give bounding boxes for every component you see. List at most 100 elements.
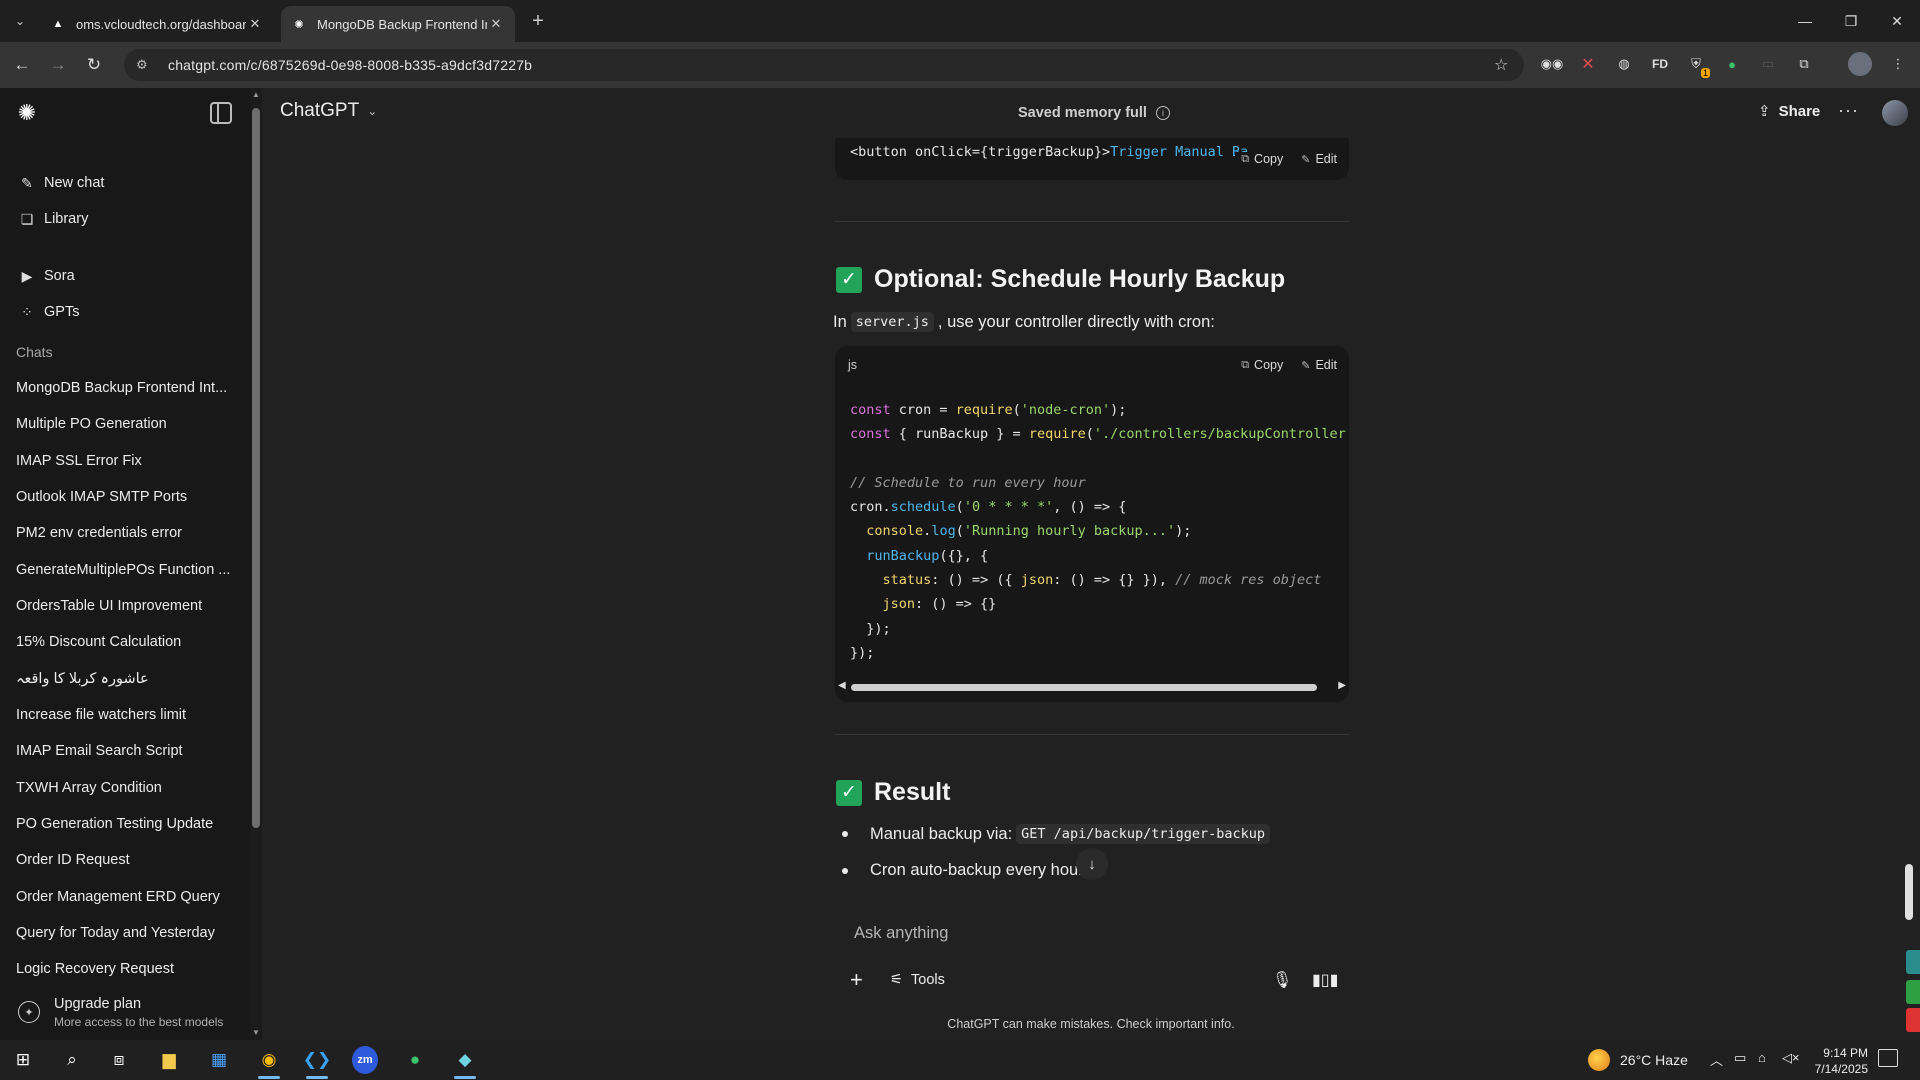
- chat-item[interactable]: Order ID Request: [8, 843, 236, 877]
- upgrade-plan-button[interactable]: ✦ Upgrade plan More access to the best m…: [8, 990, 236, 1034]
- fd-icon[interactable]: FD: [1648, 52, 1672, 76]
- scroll-left-arrow-icon[interactable]: ◀: [838, 680, 846, 691]
- info-icon[interactable]: i: [1155, 106, 1170, 120]
- x-icon[interactable]: ✕: [1576, 52, 1600, 76]
- zoom-icon[interactable]: zm: [352, 1046, 378, 1074]
- copy-code-button[interactable]: ⧉ Copy: [1241, 358, 1283, 372]
- volume-icon[interactable]: ◁×: [1782, 1050, 1800, 1066]
- edge-widget[interactable]: [1906, 980, 1920, 1004]
- address-bar[interactable]: ⚙ chatgpt.com/c/6875269d-0e98-8008-b335-…: [124, 49, 1524, 81]
- sidebar-toggle-icon[interactable]: [210, 102, 232, 124]
- site-settings-icon[interactable]: ⚙: [136, 57, 158, 73]
- chat-item[interactable]: PO Generation Testing Update: [8, 807, 236, 841]
- reload-button[interactable]: ↻: [80, 51, 108, 79]
- user-avatar[interactable]: [1882, 100, 1908, 126]
- code-horizontal-scrollbar[interactable]: ◀ ▶: [835, 676, 1349, 698]
- tray-chevron-icon[interactable]: ︿: [1710, 1050, 1723, 1069]
- voice-mode-icon[interactable]: ▮▯▮: [1312, 966, 1338, 994]
- chat-item[interactable]: MongoDB Backup Frontend Int...: [8, 371, 236, 405]
- chat-item[interactable]: TXWH Array Condition: [8, 771, 236, 805]
- composer-input[interactable]: Ask anything: [854, 924, 948, 943]
- sidebar-item-label: Library: [44, 211, 89, 227]
- sidebar-item-new-chat[interactable]: ✎ New chat: [8, 166, 236, 200]
- chat-item[interactable]: Outlook IMAP SMTP Ports: [8, 480, 236, 514]
- browser-tab-oms[interactable]: ▲ oms.vcloudtech.org/dashboard ✕: [40, 6, 274, 42]
- chat-item[interactable]: GenerateMultiplePOs Function ...: [8, 553, 236, 587]
- scroll-up-arrow-icon[interactable]: ▲: [252, 90, 260, 99]
- chatgpt-ext-icon[interactable]: ●: [1720, 52, 1744, 76]
- sidebar-item-gpts[interactable]: ⁘ GPTs: [8, 295, 236, 329]
- chat-item[interactable]: Logic Recovery Request: [8, 952, 236, 986]
- chat-item[interactable]: OrdersTable UI Improvement: [8, 589, 236, 623]
- vscode-icon[interactable]: ❮❯: [302, 1046, 332, 1079]
- close-tab-icon[interactable]: ✕: [246, 16, 264, 32]
- sidebar-item-sora[interactable]: ▶ Sora: [8, 259, 236, 293]
- back-button[interactable]: ←: [8, 51, 36, 79]
- scroll-thumb[interactable]: [851, 684, 1317, 691]
- puzzle-icon[interactable]: ⧉: [1792, 52, 1816, 76]
- task-view-icon[interactable]: ⧈: [104, 1046, 134, 1074]
- attach-button[interactable]: +: [850, 966, 863, 994]
- edge-widget[interactable]: [1906, 1008, 1920, 1032]
- scroll-right-arrow-icon[interactable]: ▶: [1338, 680, 1346, 691]
- store-icon[interactable]: ▦: [204, 1046, 234, 1074]
- chat-item[interactable]: 15% Discount Calculation: [8, 625, 236, 659]
- list-item-text: Cron auto-backup every hour: [870, 861, 1084, 879]
- mongodb-compass-icon[interactable]: ●: [400, 1046, 430, 1074]
- screen-icon[interactable]: ▭: [1756, 52, 1780, 76]
- model-selector[interactable]: ChatGPT ⌄: [280, 100, 377, 122]
- chrome-icon[interactable]: ◉: [254, 1046, 284, 1079]
- chat-item[interactable]: عاشورہ کربلا کا واقعہ: [8, 662, 236, 696]
- grid-icon: ⁘: [21, 303, 33, 320]
- shield-badge-icon[interactable]: ⛨ 1: [1684, 52, 1710, 78]
- scroll-down-arrow-icon[interactable]: ▼: [252, 1028, 260, 1037]
- file-explorer-icon[interactable]: ▆: [154, 1046, 184, 1074]
- scroll-to-bottom-button[interactable]: ↓: [1076, 848, 1108, 880]
- windows-start-icon[interactable]: ⊞: [8, 1046, 38, 1074]
- chat-item[interactable]: IMAP SSL Error Fix: [8, 444, 236, 478]
- weather-widget[interactable]: 26°C Haze: [1588, 1049, 1688, 1071]
- tab-search-dropdown[interactable]: ⌄: [8, 9, 32, 33]
- chat-item[interactable]: Increase file watchers limit: [8, 698, 236, 732]
- weather-text: 26°C Haze: [1620, 1052, 1688, 1068]
- copy-code-button[interactable]: ⧉ Copy: [1241, 152, 1283, 166]
- microphone-icon[interactable]: 🎙: [1272, 966, 1292, 994]
- chat-item[interactable]: Multiple PO Generation: [8, 407, 236, 441]
- chat-item[interactable]: IMAP Email Search Script: [8, 734, 236, 768]
- chat-item[interactable]: Query for Today and Yesterday: [8, 916, 236, 950]
- battery-icon[interactable]: ▭: [1734, 1050, 1746, 1066]
- clock[interactable]: 9:14 PM 7/14/2025: [1808, 1045, 1868, 1077]
- search-icon[interactable]: ⌕: [57, 1046, 87, 1074]
- sidebar-item-library[interactable]: ❏ Library: [8, 202, 236, 236]
- main-scroll-thumb[interactable]: [1905, 864, 1913, 920]
- memory-status: Saved memory full i: [1018, 105, 1170, 121]
- sidebar-scrollbar[interactable]: ▲ ▼: [250, 88, 262, 1040]
- app-icon[interactable]: ◆: [450, 1046, 480, 1079]
- edit-code-button[interactable]: ✎ Edit: [1301, 358, 1337, 372]
- glasses-icon[interactable]: ◉◉: [1540, 52, 1564, 76]
- browser-tab-chatgpt[interactable]: ✺ MongoDB Backup Frontend Int ✕: [281, 6, 515, 42]
- chat-item[interactable]: Order Management ERD Query: [8, 880, 236, 914]
- active-indicator: [306, 1076, 328, 1079]
- close-window-button[interactable]: ✕: [1874, 0, 1920, 42]
- forward-button[interactable]: →: [44, 51, 72, 79]
- share-button[interactable]: ⇪ Share: [1758, 102, 1820, 121]
- edge-widget[interactable]: [1906, 950, 1920, 974]
- close-tab-icon[interactable]: ✕: [487, 16, 505, 32]
- browser-menu-icon[interactable]: ⋮: [1886, 52, 1910, 76]
- more-options-icon[interactable]: ···: [1838, 100, 1859, 121]
- network-icon[interactable]: ⌂: [1758, 1050, 1766, 1065]
- minimize-button[interactable]: —: [1782, 0, 1828, 42]
- triangle-icon: ▲: [52, 18, 64, 30]
- new-tab-button[interactable]: +: [525, 8, 551, 34]
- restore-button[interactable]: ❐: [1828, 0, 1874, 42]
- openai-logo-icon[interactable]: ✺: [14, 100, 40, 126]
- chat-item[interactable]: PM2 env credentials error: [8, 516, 236, 550]
- sidebar-scroll-thumb[interactable]: [252, 108, 260, 828]
- bookmark-star-icon[interactable]: ☆: [1494, 55, 1524, 75]
- globe-icon[interactable]: ◍: [1612, 52, 1636, 76]
- profile-avatar[interactable]: [1848, 52, 1872, 76]
- tools-button[interactable]: ⚟ Tools: [890, 966, 945, 994]
- notifications-icon[interactable]: [1878, 1049, 1898, 1067]
- edit-code-button[interactable]: ✎ Edit: [1301, 152, 1337, 166]
